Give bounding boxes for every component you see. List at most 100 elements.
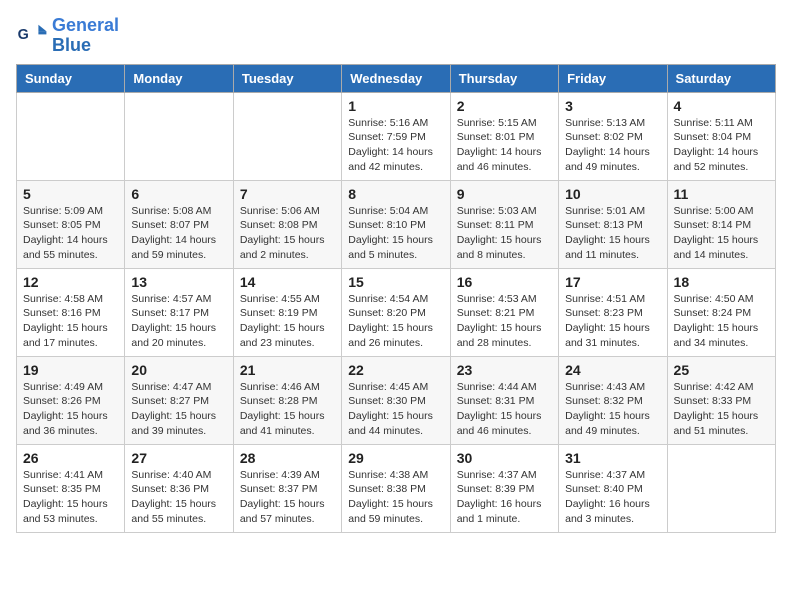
day-info: Sunrise: 4:42 AM Sunset: 8:33 PM Dayligh…	[674, 380, 769, 439]
day-info: Sunrise: 4:57 AM Sunset: 8:17 PM Dayligh…	[131, 292, 226, 351]
day-number: 20	[131, 362, 226, 378]
day-number: 2	[457, 98, 552, 114]
calendar-cell: 11 Sunrise: 5:00 AM Sunset: 8:14 PM Dayli…	[667, 180, 775, 268]
day-info: Sunrise: 5:15 AM Sunset: 8:01 PM Dayligh…	[457, 116, 552, 175]
week-row-1: 1 Sunrise: 5:16 AM Sunset: 7:59 PM Daylig…	[17, 92, 776, 180]
calendar-cell: 19 Sunrise: 4:49 AM Sunset: 8:26 PM Dayli…	[17, 356, 125, 444]
calendar-cell: 6 Sunrise: 5:08 AM Sunset: 8:07 PM Daylig…	[125, 180, 233, 268]
day-number: 22	[348, 362, 443, 378]
calendar-cell: 21 Sunrise: 4:46 AM Sunset: 8:28 PM Dayli…	[233, 356, 341, 444]
day-number: 7	[240, 186, 335, 202]
day-info: Sunrise: 5:04 AM Sunset: 8:10 PM Dayligh…	[348, 204, 443, 263]
calendar-cell: 22 Sunrise: 4:45 AM Sunset: 8:30 PM Dayli…	[342, 356, 450, 444]
page-header: G GeneralBlue	[16, 16, 776, 56]
day-info: Sunrise: 4:43 AM Sunset: 8:32 PM Dayligh…	[565, 380, 660, 439]
day-number: 23	[457, 362, 552, 378]
day-number: 16	[457, 274, 552, 290]
day-info: Sunrise: 5:16 AM Sunset: 7:59 PM Dayligh…	[348, 116, 443, 175]
col-header-wednesday: Wednesday	[342, 64, 450, 92]
day-number: 3	[565, 98, 660, 114]
day-info: Sunrise: 4:39 AM Sunset: 8:37 PM Dayligh…	[240, 468, 335, 527]
calendar-cell	[233, 92, 341, 180]
col-header-friday: Friday	[559, 64, 667, 92]
day-info: Sunrise: 5:03 AM Sunset: 8:11 PM Dayligh…	[457, 204, 552, 263]
calendar-cell: 8 Sunrise: 5:04 AM Sunset: 8:10 PM Daylig…	[342, 180, 450, 268]
logo: G GeneralBlue	[16, 16, 119, 56]
day-info: Sunrise: 4:53 AM Sunset: 8:21 PM Dayligh…	[457, 292, 552, 351]
day-number: 8	[348, 186, 443, 202]
calendar-cell	[17, 92, 125, 180]
calendar-cell: 25 Sunrise: 4:42 AM Sunset: 8:33 PM Dayli…	[667, 356, 775, 444]
col-header-sunday: Sunday	[17, 64, 125, 92]
day-info: Sunrise: 4:55 AM Sunset: 8:19 PM Dayligh…	[240, 292, 335, 351]
calendar-cell: 7 Sunrise: 5:06 AM Sunset: 8:08 PM Daylig…	[233, 180, 341, 268]
day-info: Sunrise: 4:51 AM Sunset: 8:23 PM Dayligh…	[565, 292, 660, 351]
day-info: Sunrise: 5:11 AM Sunset: 8:04 PM Dayligh…	[674, 116, 769, 175]
day-number: 15	[348, 274, 443, 290]
day-number: 30	[457, 450, 552, 466]
calendar-cell: 2 Sunrise: 5:15 AM Sunset: 8:01 PM Daylig…	[450, 92, 558, 180]
day-number: 29	[348, 450, 443, 466]
col-header-thursday: Thursday	[450, 64, 558, 92]
days-header-row: SundayMondayTuesdayWednesdayThursdayFrid…	[17, 64, 776, 92]
calendar-cell: 18 Sunrise: 4:50 AM Sunset: 8:24 PM Dayli…	[667, 268, 775, 356]
col-header-monday: Monday	[125, 64, 233, 92]
day-info: Sunrise: 5:06 AM Sunset: 8:08 PM Dayligh…	[240, 204, 335, 263]
calendar-cell: 15 Sunrise: 4:54 AM Sunset: 8:20 PM Dayli…	[342, 268, 450, 356]
calendar-cell: 24 Sunrise: 4:43 AM Sunset: 8:32 PM Dayli…	[559, 356, 667, 444]
day-info: Sunrise: 4:38 AM Sunset: 8:38 PM Dayligh…	[348, 468, 443, 527]
logo-text: GeneralBlue	[52, 16, 119, 56]
day-number: 10	[565, 186, 660, 202]
col-header-saturday: Saturday	[667, 64, 775, 92]
calendar-cell: 27 Sunrise: 4:40 AM Sunset: 8:36 PM Dayli…	[125, 444, 233, 532]
day-number: 25	[674, 362, 769, 378]
calendar-cell: 4 Sunrise: 5:11 AM Sunset: 8:04 PM Daylig…	[667, 92, 775, 180]
day-number: 5	[23, 186, 118, 202]
day-info: Sunrise: 4:50 AM Sunset: 8:24 PM Dayligh…	[674, 292, 769, 351]
calendar-cell: 13 Sunrise: 4:57 AM Sunset: 8:17 PM Dayli…	[125, 268, 233, 356]
calendar-cell: 20Sunrise: 4:47 AM Sunset: 8:27 PM Dayli…	[125, 356, 233, 444]
calendar-cell: 28 Sunrise: 4:39 AM Sunset: 8:37 PM Dayli…	[233, 444, 341, 532]
calendar-cell: 31 Sunrise: 4:37 AM Sunset: 8:40 PM Dayli…	[559, 444, 667, 532]
day-number: 19	[23, 362, 118, 378]
day-number: 6	[131, 186, 226, 202]
day-info: Sunrise: 5:09 AM Sunset: 8:05 PM Dayligh…	[23, 204, 118, 263]
day-number: 27	[131, 450, 226, 466]
day-info: Sunrise: 4:40 AM Sunset: 8:36 PM Dayligh…	[131, 468, 226, 527]
day-info: Sunrise: 4:45 AM Sunset: 8:30 PM Dayligh…	[348, 380, 443, 439]
day-number: 24	[565, 362, 660, 378]
day-number: 31	[565, 450, 660, 466]
week-row-4: 19 Sunrise: 4:49 AM Sunset: 8:26 PM Dayli…	[17, 356, 776, 444]
day-info: Sunrise: 5:00 AM Sunset: 8:14 PM Dayligh…	[674, 204, 769, 263]
day-number: 14	[240, 274, 335, 290]
calendar-cell: 26Sunrise: 4:41 AM Sunset: 8:35 PM Dayli…	[17, 444, 125, 532]
day-number: 1	[348, 98, 443, 114]
calendar-cell	[125, 92, 233, 180]
day-info: Sunrise: 5:01 AM Sunset: 8:13 PM Dayligh…	[565, 204, 660, 263]
day-number: 4	[674, 98, 769, 114]
day-number: 21	[240, 362, 335, 378]
day-number: 11	[674, 186, 769, 202]
day-info: Sunrise: 4:46 AM Sunset: 8:28 PM Dayligh…	[240, 380, 335, 439]
calendar-cell: 3 Sunrise: 5:13 AM Sunset: 8:02 PM Daylig…	[559, 92, 667, 180]
day-info: Sunrise: 4:49 AM Sunset: 8:26 PM Dayligh…	[23, 380, 118, 439]
day-info: Sunrise: 4:37 AM Sunset: 8:39 PM Dayligh…	[457, 468, 552, 527]
day-number: 18	[674, 274, 769, 290]
day-info: Sunrise: 4:37 AM Sunset: 8:40 PM Dayligh…	[565, 468, 660, 527]
calendar-cell: 17Sunrise: 4:51 AM Sunset: 8:23 PM Dayli…	[559, 268, 667, 356]
day-number: 12	[23, 274, 118, 290]
calendar-cell: 23Sunrise: 4:44 AM Sunset: 8:31 PM Dayli…	[450, 356, 558, 444]
day-info: Sunrise: 4:58 AM Sunset: 8:16 PM Dayligh…	[23, 292, 118, 351]
day-info: Sunrise: 5:08 AM Sunset: 8:07 PM Dayligh…	[131, 204, 226, 263]
calendar-cell: 30 Sunrise: 4:37 AM Sunset: 8:39 PM Dayli…	[450, 444, 558, 532]
svg-text:G: G	[18, 27, 29, 43]
calendar-cell: 1 Sunrise: 5:16 AM Sunset: 7:59 PM Daylig…	[342, 92, 450, 180]
calendar-table: SundayMondayTuesdayWednesdayThursdayFrid…	[16, 64, 776, 533]
day-info: Sunrise: 5:13 AM Sunset: 8:02 PM Dayligh…	[565, 116, 660, 175]
day-number: 13	[131, 274, 226, 290]
calendar-cell: 9Sunrise: 5:03 AM Sunset: 8:11 PM Daylig…	[450, 180, 558, 268]
day-number: 26	[23, 450, 118, 466]
calendar-cell	[667, 444, 775, 532]
day-number: 28	[240, 450, 335, 466]
day-info: Sunrise: 4:54 AM Sunset: 8:20 PM Dayligh…	[348, 292, 443, 351]
